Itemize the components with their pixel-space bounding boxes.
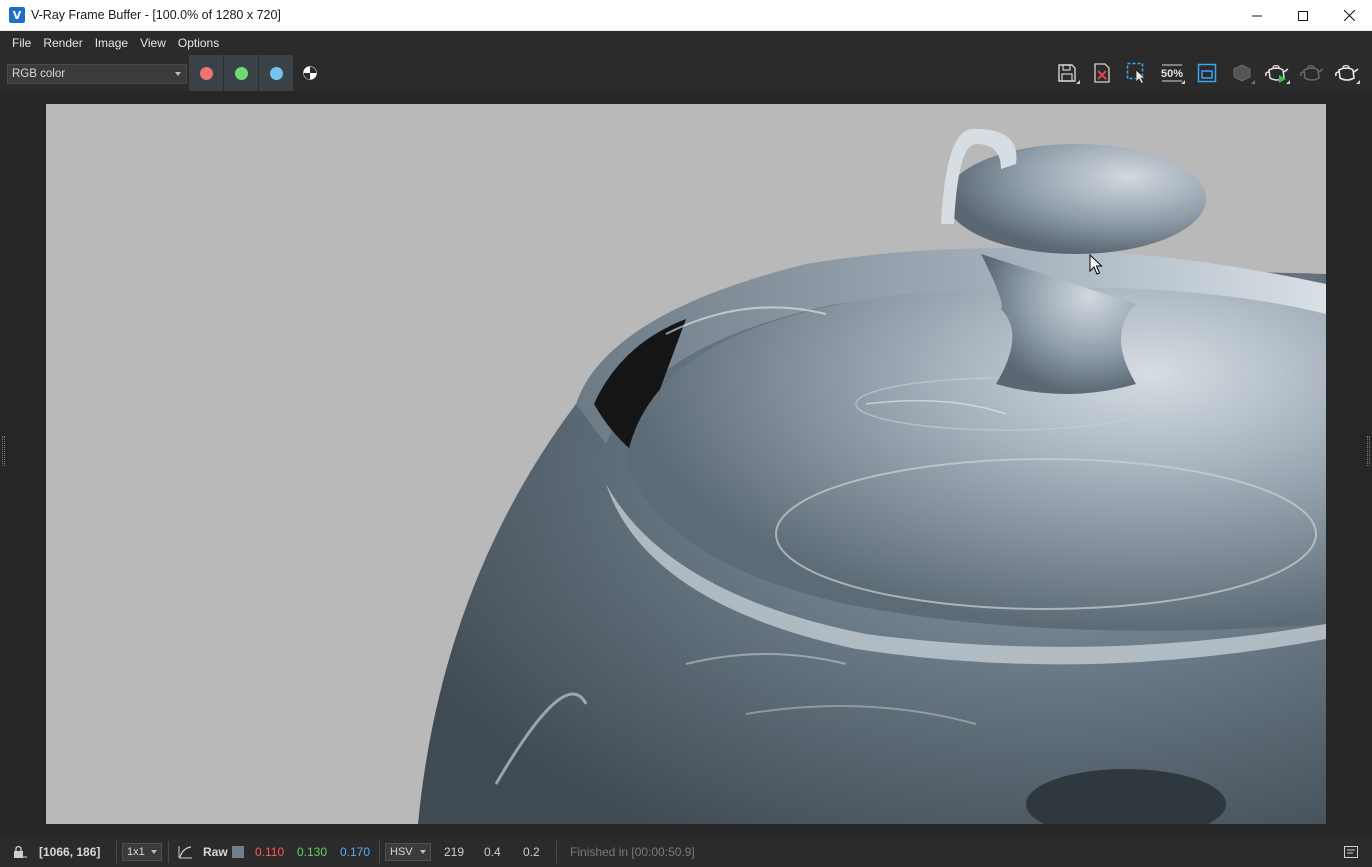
mouse-cursor-icon <box>1089 254 1103 275</box>
curve-toggle[interactable] <box>177 836 193 867</box>
channel-dropdown-value: RGB color <box>12 68 66 80</box>
alpha-channel-icon <box>303 66 317 80</box>
render-button[interactable] <box>1333 61 1361 85</box>
render-region-frame-button[interactable] <box>1193 61 1221 85</box>
left-panel-grip[interactable] <box>2 436 5 466</box>
toolbar: RGB color 50% <box>0 55 1372 91</box>
region-select-icon <box>1126 62 1146 84</box>
maximize-icon <box>1298 10 1308 21</box>
menu-bar: File Render Image View Options <box>0 31 1372 55</box>
frame-region-icon <box>1197 63 1217 83</box>
menu-file[interactable]: File <box>6 31 37 55</box>
log-panel-toggle[interactable] <box>1344 836 1358 867</box>
minimize-button[interactable] <box>1234 0 1280 31</box>
green-value: 0.130 <box>297 844 328 859</box>
color-space-dropdown[interactable]: HSV <box>385 843 431 861</box>
chevron-down-icon <box>420 850 426 854</box>
green-channel-toggle[interactable] <box>224 55 258 91</box>
status-separator <box>379 841 380 863</box>
color-space-value: HSV <box>390 846 413 858</box>
log-icon <box>1344 845 1358 858</box>
window-title: V-Ray Frame Buffer - [100.0% of 1280 x 7… <box>31 8 281 22</box>
hue-value: 219 <box>444 844 465 859</box>
teapot-render <box>418 128 1326 824</box>
chevron-down-icon <box>175 72 181 76</box>
status-separator <box>116 841 117 863</box>
close-button[interactable] <box>1326 0 1372 31</box>
monochrome-toggle[interactable] <box>298 55 322 91</box>
blue-dot-icon <box>269 66 283 80</box>
green-dot-icon <box>234 66 248 80</box>
menu-image[interactable]: Image <box>89 31 134 55</box>
red-value: 0.110 <box>255 844 285 859</box>
interactive-render-button[interactable] <box>1263 61 1291 85</box>
image-viewport[interactable] <box>0 91 1372 836</box>
sampling-dropdown-value: 1x1 <box>127 846 145 858</box>
chevron-down-icon <box>151 850 157 854</box>
status-bar: [1066, 186] 1x1 Raw 0.110 0.130 0.170 HS… <box>0 836 1372 867</box>
stop-render-button[interactable] <box>1298 61 1326 85</box>
minimize-icon <box>1252 15 1262 16</box>
saturation-value: 0.4 <box>484 844 501 859</box>
menu-options[interactable]: Options <box>172 31 225 55</box>
teapot-stop-icon <box>1300 64 1324 81</box>
blue-channel-toggle[interactable] <box>259 55 293 91</box>
lock-icon <box>14 845 27 858</box>
clear-image-icon <box>1094 63 1110 83</box>
value-value: 0.2 <box>523 844 540 859</box>
raw-mode-label[interactable]: Raw <box>203 836 228 867</box>
vray-logo-icon: V <box>9 7 25 23</box>
maximize-button[interactable] <box>1280 0 1326 31</box>
color-swatch-box <box>232 845 244 858</box>
status-separator <box>556 841 557 863</box>
sampling-dropdown[interactable]: 1x1 <box>122 843 162 861</box>
right-panel-grip[interactable] <box>1367 436 1370 466</box>
quick-zoom-label: 50% <box>1161 68 1183 80</box>
track-mouse-button[interactable] <box>1228 61 1256 85</box>
red-channel-toggle[interactable] <box>189 55 223 91</box>
blue-value: 0.170 <box>340 844 371 859</box>
clear-image-button[interactable] <box>1088 61 1116 85</box>
rendered-image[interactable] <box>46 104 1326 824</box>
title-bar: V V-Ray Frame Buffer - [100.0% of 1280 x… <box>0 0 1372 31</box>
color-swatch <box>232 836 244 867</box>
pixel-coordinates: [1066, 186] <box>39 844 101 859</box>
lock-cursor-button[interactable] <box>13 836 27 867</box>
menu-view[interactable]: View <box>134 31 172 55</box>
curve-icon <box>178 845 192 858</box>
status-separator <box>168 841 169 863</box>
status-message: Finished in [00:00:50.9] <box>570 844 695 859</box>
menu-render[interactable]: Render <box>37 31 88 55</box>
save-image-button[interactable] <box>1053 61 1081 85</box>
track-mouse-icon <box>1233 64 1251 82</box>
red-dot-icon <box>199 66 213 80</box>
region-render-button[interactable] <box>1123 61 1151 85</box>
quick-zoom-button[interactable]: 50% <box>1158 61 1186 85</box>
channel-dropdown[interactable]: RGB color <box>7 64 187 84</box>
close-icon <box>1343 10 1355 21</box>
save-icon <box>1058 64 1076 82</box>
